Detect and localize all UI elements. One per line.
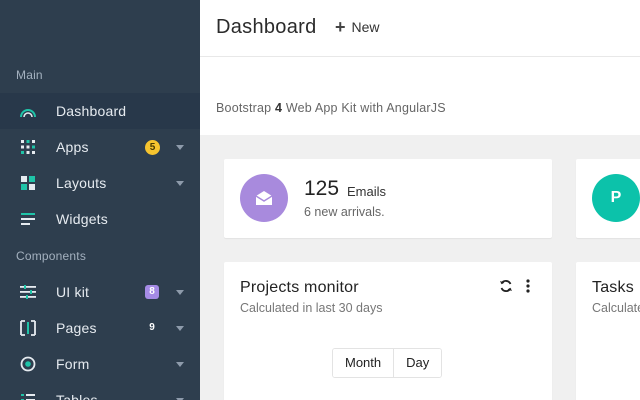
- caret-down-icon: [176, 145, 184, 150]
- stat-card-peek: P: [576, 159, 640, 238]
- sidebar-item-pages[interactable]: Pages 9: [0, 310, 200, 346]
- sidebar-item-dashboard[interactable]: Dashboard: [0, 93, 200, 129]
- top-header: Dashboard + New: [200, 0, 640, 57]
- period-toggle: Month Day: [332, 348, 443, 378]
- sidebar: Main Dashboard Apps 5 Layouts Widgets Co…: [0, 0, 200, 400]
- caret-down-icon: [176, 362, 184, 367]
- emails-stat-card: 125 Emails 6 new arrivals.: [224, 159, 552, 238]
- card-title: Projects monitor: [240, 279, 359, 296]
- new-arrivals-text: 6 new arrivals.: [304, 205, 385, 219]
- sidebar-item-label: Dashboard: [56, 103, 127, 119]
- page-title: Dashboard: [216, 16, 317, 38]
- card-title: Tasks: [592, 279, 634, 296]
- sidebar-item-form[interactable]: Form: [0, 346, 200, 382]
- tasks-card: Tasks Calculate: [576, 262, 640, 400]
- sidebar-item-tables[interactable]: Tables: [0, 382, 200, 400]
- sidebar-item-label: UI kit: [56, 284, 90, 300]
- sidebar-item-widgets[interactable]: Widgets: [0, 201, 200, 237]
- card-subtitle: Calculated in last 30 days: [240, 301, 383, 315]
- letter-avatar: P: [592, 174, 640, 222]
- ui-kit-count-badge: 8: [145, 285, 159, 299]
- more-vertical-icon[interactable]: [520, 278, 536, 294]
- sidebar-item-ui-kit[interactable]: UI kit 8: [0, 274, 200, 310]
- pages-count-badge: 9: [149, 322, 155, 333]
- subtitle-prefix: Bootstrap: [216, 101, 275, 115]
- sliders-icon: [19, 283, 37, 301]
- sidebar-item-label: Tables: [56, 392, 98, 400]
- card-subtitle: Calculate: [592, 301, 640, 315]
- apps-count-badge: 5: [145, 140, 160, 155]
- section-label-components: Components: [16, 249, 87, 263]
- sidebar-item-label: Apps: [56, 139, 89, 155]
- sidebar-item-label: Layouts: [56, 175, 107, 191]
- refresh-icon[interactable]: [498, 278, 514, 294]
- grid-icon: [19, 138, 37, 156]
- sidebar-item-label: Pages: [56, 320, 97, 336]
- section-label-main: Main: [16, 68, 43, 82]
- plus-icon: +: [335, 17, 346, 37]
- mail-avatar: [240, 174, 288, 222]
- radio-icon: [19, 355, 37, 373]
- envelope-icon: [255, 191, 273, 205]
- projects-monitor-card: Projects monitor Calculated in last 30 d…: [224, 262, 552, 400]
- layout-icon: [19, 174, 37, 192]
- sidebar-item-apps[interactable]: Apps 5: [0, 129, 200, 165]
- email-unit-label: Emails: [347, 184, 387, 199]
- sidebar-item-layouts[interactable]: Layouts: [0, 165, 200, 201]
- page-subtitle: Bootstrap 4 Web App Kit with AngularJS: [216, 101, 446, 115]
- new-button-label: New: [351, 19, 380, 35]
- caret-down-icon: [176, 326, 184, 331]
- pages-icon: [19, 319, 37, 337]
- subtitle-suffix: Web App Kit with AngularJS: [282, 101, 446, 115]
- caret-down-icon: [176, 181, 184, 186]
- lines-icon: [19, 210, 37, 228]
- caret-down-icon: [176, 290, 184, 295]
- email-count: 125: [304, 177, 340, 200]
- table-icon: [19, 391, 37, 400]
- day-tab[interactable]: Day: [393, 349, 442, 377]
- dashboard-arc-icon: [19, 102, 37, 120]
- new-button[interactable]: + New: [335, 18, 380, 36]
- sidebar-item-label: Widgets: [56, 211, 108, 227]
- sidebar-item-label: Form: [56, 356, 90, 372]
- month-tab[interactable]: Month: [333, 349, 394, 377]
- page-subheader: Bootstrap 4 Web App Kit with AngularJS: [200, 57, 640, 135]
